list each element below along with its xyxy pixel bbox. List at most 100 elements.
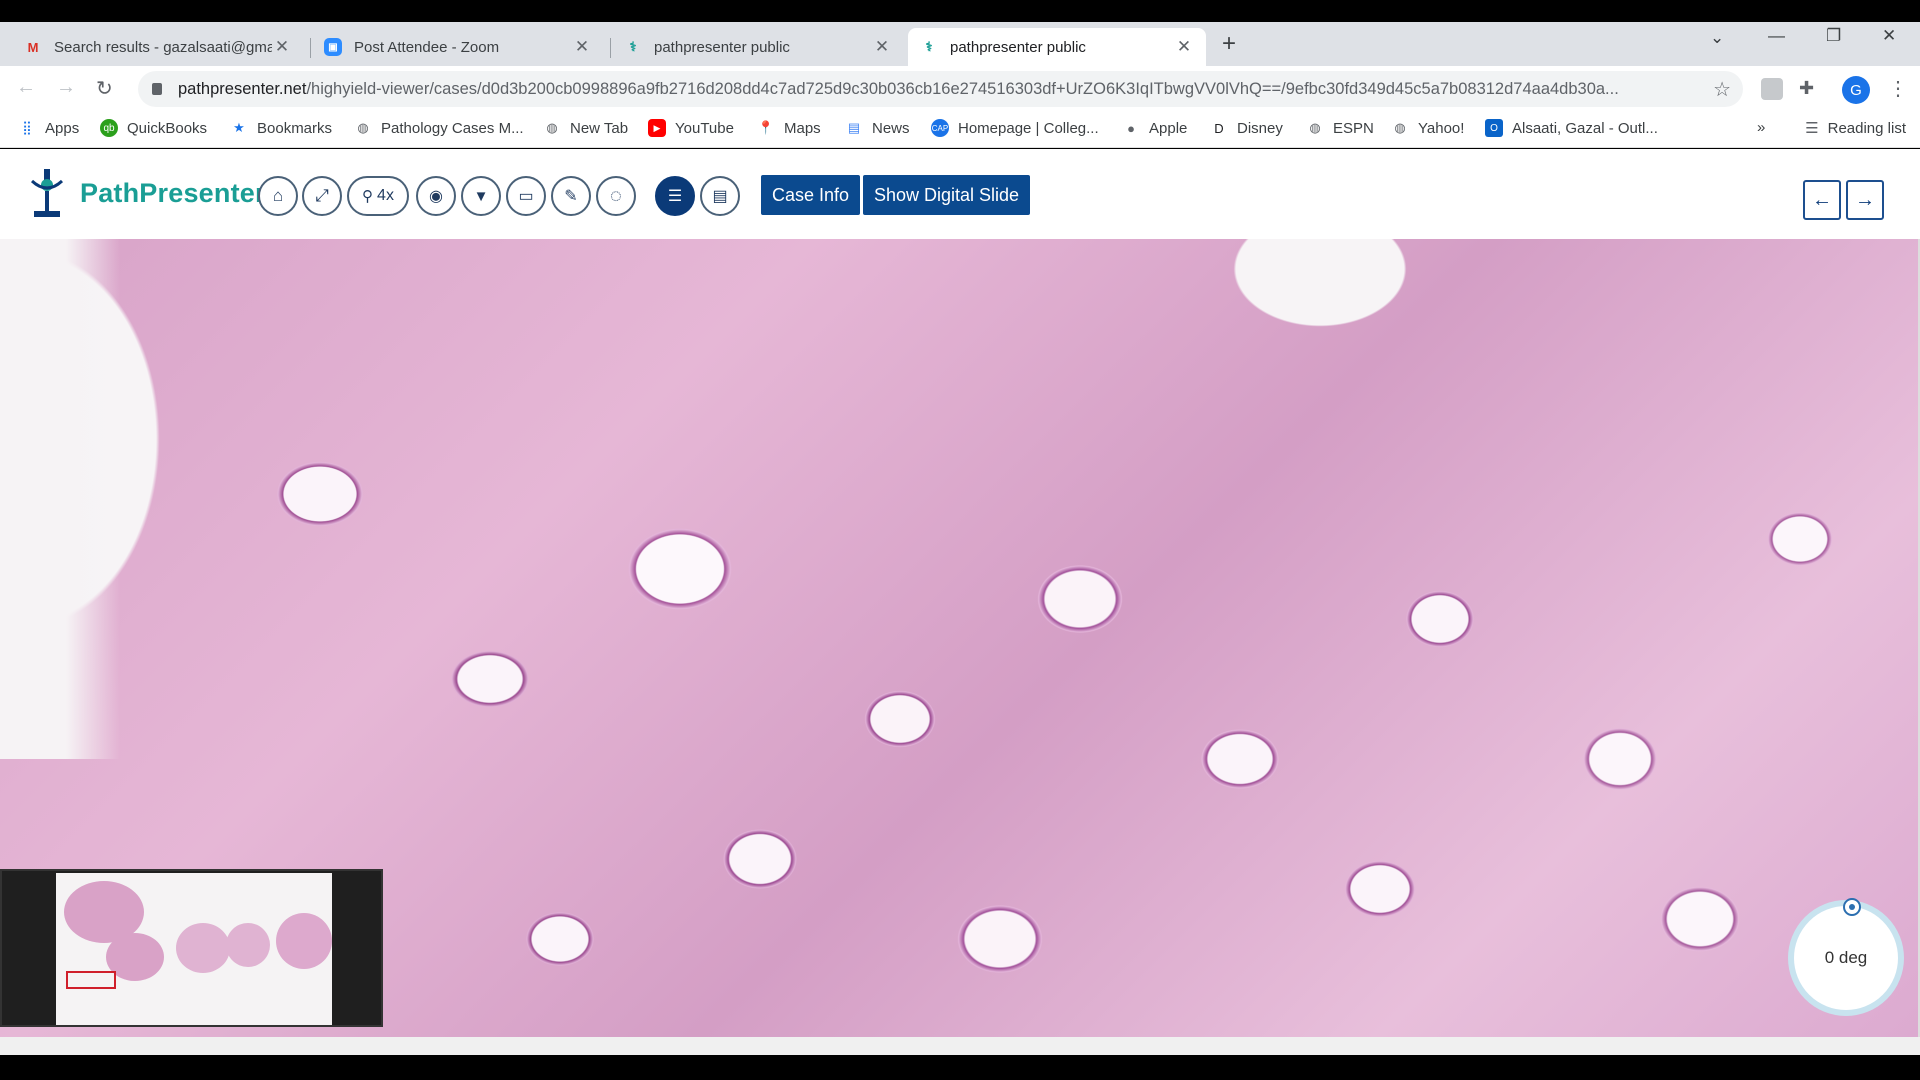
reload-icon[interactable]: ↻ xyxy=(96,76,113,101)
bookmark-homepage-college[interactable]: CAP Homepage | Colleg... xyxy=(931,119,1099,137)
bookmark-new-tab[interactable]: ◍ New Tab xyxy=(543,119,628,137)
tab-pathpresenter-1[interactable]: ⚕ pathpresenter public ✕ xyxy=(612,28,904,66)
reading-list-button[interactable]: ☰ Reading list xyxy=(1805,119,1906,138)
list-button[interactable]: ☰ xyxy=(655,176,695,216)
overview-navigator[interactable] xyxy=(0,869,383,1027)
minimize-icon[interactable]: — xyxy=(1768,26,1785,46)
rotation-handle[interactable] xyxy=(1843,898,1861,916)
zoom-icon: ▣ xyxy=(324,38,342,56)
slide-thumbnail[interactable] xyxy=(56,873,332,1025)
tab-title: pathpresenter public xyxy=(950,38,1086,56)
bookmark-espn[interactable]: ◍ ESPN xyxy=(1306,119,1374,137)
screen: M Search results - gazalsaati@gmail.com … xyxy=(0,0,1920,1080)
viewport-indicator[interactable] xyxy=(66,971,116,989)
previous-case-button[interactable]: ← xyxy=(1803,180,1841,220)
arrow-right-icon: → xyxy=(1855,188,1875,211)
outlook-icon: O xyxy=(1485,119,1503,137)
bookmark-quickbooks[interactable]: qb QuickBooks xyxy=(100,119,207,137)
extension-icon[interactable] xyxy=(1761,78,1783,100)
news-icon: ▤ xyxy=(847,120,861,135)
case-info-button[interactable]: Case Info xyxy=(761,175,861,215)
filter-icon: ▼ xyxy=(473,187,489,205)
slide-background xyxy=(0,239,120,759)
bookmark-pathology-cases[interactable]: ◍ Pathology Cases M... xyxy=(354,119,523,137)
close-tab-icon[interactable]: ✕ xyxy=(872,37,892,57)
next-case-button[interactable]: → xyxy=(1846,180,1884,220)
bookmark-star-icon[interactable]: ☆ xyxy=(1713,77,1731,102)
bookmark-yahoo[interactable]: ◍ Yahoo! xyxy=(1391,119,1464,137)
tab-gmail[interactable]: M Search results - gazalsaati@gmail.com … xyxy=(12,28,304,66)
list-icon: ☰ xyxy=(667,188,683,205)
app-header: PathPresenter ⌂ ⤢ ⚲ 4x ◉ ▼ ▭ ✎ ◌ ☰ ▤ Case… xyxy=(0,149,1920,239)
browser-toolbar: ← → ↻ pathpresenter.net/highyield-viewer… xyxy=(0,66,1920,112)
globe-icon: ◍ xyxy=(546,120,558,135)
tissue-fragment xyxy=(176,923,230,973)
url-text: pathpresenter.net/highyield-viewer/cases… xyxy=(178,79,1619,98)
close-tab-icon[interactable]: ✕ xyxy=(1174,37,1194,57)
tissue-fragment xyxy=(226,923,270,967)
apple-icon: ● xyxy=(1127,120,1135,136)
camera-icon: ◉ xyxy=(429,188,443,205)
magnifier-icon: ⚲ xyxy=(362,188,374,205)
tab-zoom[interactable]: ▣ Post Attendee - Zoom ✕ xyxy=(312,28,604,66)
star-icon: ★ xyxy=(233,120,245,135)
fullscreen-button[interactable]: ⤢ xyxy=(302,176,342,216)
pathpresenter-logo[interactable]: PathPresenter xyxy=(24,167,266,219)
viewer-footer xyxy=(0,1037,1920,1055)
globe-icon: ◍ xyxy=(1309,120,1321,135)
bookmarks-bar: ⣿ Apps qb QuickBooks ★ Bookmarks ◍ Pathology… xyxy=(0,112,1920,148)
quickbooks-icon: qb xyxy=(100,119,118,137)
tissue-fragment xyxy=(276,913,332,969)
tab-pathpresenter-active[interactable]: ⚕ pathpresenter public ✕ xyxy=(908,28,1206,66)
tab-title: Post Attendee - Zoom xyxy=(354,38,500,56)
pencil-icon: ✎ xyxy=(564,188,578,205)
forward-icon[interactable]: → xyxy=(56,76,76,99)
browser-tab-strip: M Search results - gazalsaati@gmail.com … xyxy=(0,22,1920,66)
menu-kebab-icon[interactable]: ⋮ xyxy=(1888,76,1908,101)
filter-button[interactable]: ▼ xyxy=(461,176,501,216)
os-top-bar xyxy=(0,0,1920,22)
restore-icon[interactable]: ❐ xyxy=(1826,26,1841,46)
close-tab-icon[interactable]: ✕ xyxy=(572,37,592,57)
tab-search-icon[interactable]: ⌄ xyxy=(1710,28,1724,48)
gmail-icon: M xyxy=(27,39,39,55)
brand-name: PathPresenter xyxy=(80,177,266,208)
close-tab-icon[interactable]: ✕ xyxy=(272,37,292,57)
bookmark-maps[interactable]: 📍 Maps xyxy=(757,119,821,137)
rotate-button[interactable]: ◌ xyxy=(596,176,636,216)
circle-rotate-icon: ◌ xyxy=(610,184,622,207)
snapshot-button[interactable]: ◉ xyxy=(416,176,456,216)
reading-list-icon: ☰ xyxy=(1805,120,1819,137)
avatar[interactable]: G xyxy=(1842,76,1870,104)
bookmark-news[interactable]: ▤ News xyxy=(845,119,910,137)
expand-icon: ⤢ xyxy=(315,186,329,205)
bookmark-disney[interactable]: D Disney xyxy=(1210,119,1283,137)
show-digital-slide-button[interactable]: Show Digital Slide xyxy=(863,175,1031,215)
globe-icon: ◍ xyxy=(1394,120,1406,135)
lock-icon xyxy=(152,83,162,95)
new-tab-icon[interactable]: + xyxy=(1222,30,1236,58)
zoom-button[interactable]: ⚲ 4x xyxy=(347,176,409,216)
pathpresenter-icon: ⚕ xyxy=(925,39,933,54)
bookmark-bookmarks[interactable]: ★ Bookmarks xyxy=(230,119,332,137)
back-icon[interactable]: ← xyxy=(16,76,36,99)
close-window-icon[interactable]: ✕ xyxy=(1882,26,1896,46)
puzzle-extensions-icon[interactable]: ✚ xyxy=(1799,78,1821,100)
address-bar[interactable]: pathpresenter.net/highyield-viewer/cases… xyxy=(138,71,1743,107)
disney-icon: D xyxy=(1214,120,1224,136)
more-bookmarks-icon[interactable]: » xyxy=(1757,119,1765,136)
monitor-icon: ▭ xyxy=(518,188,534,205)
home-icon: ⌂ xyxy=(272,186,284,205)
rotation-dial[interactable]: 0 deg xyxy=(1788,898,1904,1016)
report-button[interactable]: ▤ xyxy=(700,176,740,216)
annotate-button[interactable]: ✎ xyxy=(551,176,591,216)
bookmark-outlook[interactable]: O Alsaati, Gazal - Outl... xyxy=(1485,119,1658,137)
bookmark-youtube[interactable]: ▶ YouTube xyxy=(648,119,734,137)
home-button[interactable]: ⌂ xyxy=(258,176,298,216)
present-button[interactable]: ▭ xyxy=(506,176,546,216)
bookmark-apps[interactable]: ⣿ Apps xyxy=(18,119,79,137)
rotation-value: 0 deg xyxy=(1824,948,1868,967)
apps-grid-icon: ⣿ xyxy=(22,120,32,135)
globe-icon: ◍ xyxy=(357,120,369,135)
bookmark-apple[interactable]: ● Apple xyxy=(1122,119,1187,137)
